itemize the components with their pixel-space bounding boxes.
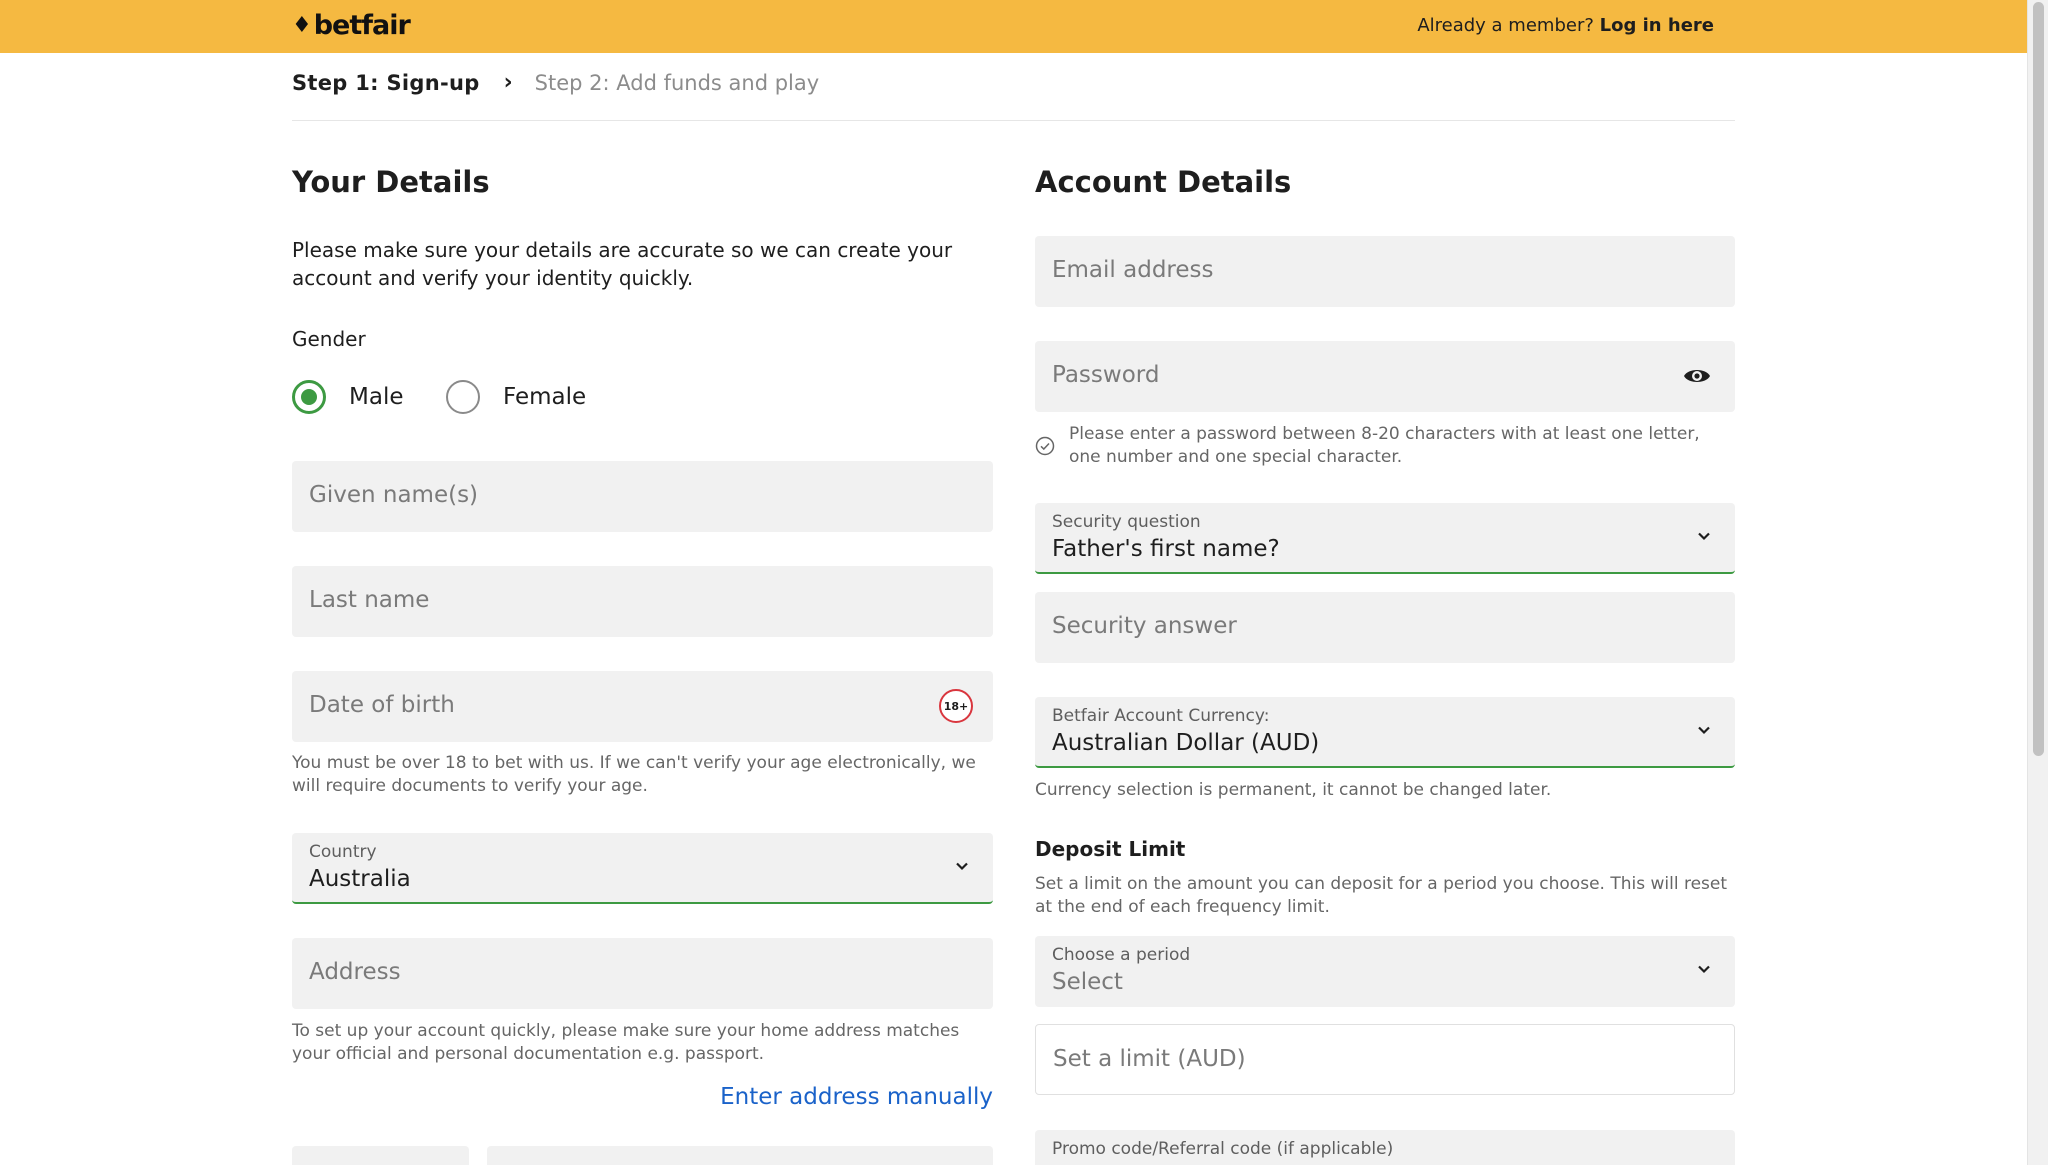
- date-of-birth-placeholder: Date of birth: [309, 692, 455, 718]
- chevron-down-icon: [956, 862, 968, 871]
- given-name-placeholder: Given name(s): [309, 482, 479, 508]
- member-prompt-text: Already a member?: [1417, 15, 1594, 36]
- age-restriction-icon: 18+: [939, 689, 973, 723]
- deposit-limit-help: Set a limit on the amount you can deposi…: [1035, 874, 1728, 917]
- country-select[interactable]: Country Australia: [292, 833, 993, 904]
- security-question-label: Security question: [1052, 512, 1201, 532]
- currency-select-value: Australian Dollar (AUD): [1052, 730, 1320, 756]
- promo-code-input[interactable]: Promo code/Referral code (if applicable): [1035, 1130, 1735, 1165]
- steps-divider: [292, 120, 1735, 121]
- scrollbar-thumb[interactable]: [2033, 2, 2044, 756]
- member-login-prompt: Already a member? Log in here: [1417, 15, 1714, 36]
- address-placeholder: Address: [309, 959, 401, 985]
- deposit-limit-input[interactable]: Set a limit (AUD): [1035, 1024, 1735, 1095]
- page-scrollbar[interactable]: [2027, 0, 2048, 1165]
- login-link[interactable]: Log in here: [1600, 15, 1714, 36]
- security-question-select[interactable]: Security question Father's first name?: [1035, 503, 1735, 574]
- gender-radio-female[interactable]: Female: [446, 380, 586, 414]
- gender-option-label: Male: [349, 384, 404, 410]
- given-name-input[interactable]: Given name(s): [292, 461, 993, 532]
- address-input[interactable]: Address: [292, 938, 993, 1009]
- last-name-input[interactable]: Last name: [292, 566, 993, 637]
- promo-code-label: Promo code/Referral code (if applicable): [1052, 1139, 1394, 1159]
- password-input[interactable]: Password: [1035, 341, 1735, 412]
- show-password-eye-icon[interactable]: [1683, 366, 1711, 386]
- step-1-label: Step 1: Sign-up: [292, 70, 480, 95]
- chevron-down-icon: [1698, 726, 1710, 735]
- currency-select-label: Betfair Account Currency:: [1052, 706, 1270, 726]
- security-answer-input[interactable]: Security answer: [1035, 592, 1735, 663]
- enter-address-manually-link[interactable]: Enter address manually: [720, 1084, 993, 1110]
- chevron-right-icon: ›: [503, 70, 513, 95]
- logo-text: betfair: [313, 10, 411, 41]
- partial-field-right[interactable]: [487, 1146, 993, 1165]
- betfair-logo-icon: ♦: [292, 13, 312, 38]
- email-input[interactable]: Email address: [1035, 236, 1735, 307]
- chevron-down-icon: [1698, 965, 1710, 974]
- deposit-period-select[interactable]: Choose a period Select: [1035, 936, 1735, 1007]
- deposit-period-label: Choose a period: [1052, 945, 1191, 965]
- radio-unselected-icon[interactable]: [446, 380, 480, 414]
- radio-selected-icon[interactable]: [292, 380, 326, 414]
- deposit-period-value: Select: [1052, 969, 1123, 995]
- gender-radio-male[interactable]: Male: [292, 380, 403, 414]
- your-details-title: Your Details: [292, 165, 490, 199]
- top-header-bar: ♦ betfair Already a member? Log in here: [0, 0, 2027, 53]
- password-help: Please enter a password between 8-20 cha…: [1069, 424, 1700, 467]
- currency-select[interactable]: Betfair Account Currency: Australian Dol…: [1035, 697, 1735, 768]
- gender-option-label: Female: [503, 384, 587, 410]
- deposit-limit-title: Deposit Limit: [1035, 837, 1186, 861]
- address-help: To set up your account quickly, please m…: [292, 1021, 960, 1064]
- your-details-intro: Please make sure your details are accura…: [292, 238, 953, 290]
- step-2-label: Step 2: Add funds and play: [534, 70, 820, 95]
- date-of-birth-input[interactable]: Date of birth 18+: [292, 671, 993, 742]
- account-details-title: Account Details: [1035, 165, 1292, 199]
- security-answer-placeholder: Security answer: [1052, 613, 1237, 639]
- chevron-down-icon: [1698, 532, 1710, 541]
- deposit-limit-placeholder: Set a limit (AUD): [1053, 1046, 1246, 1072]
- currency-help: Currency selection is permanent, it cann…: [1035, 780, 1552, 800]
- password-placeholder: Password: [1052, 362, 1160, 388]
- last-name-placeholder: Last name: [309, 587, 430, 613]
- password-requirement-check-icon: [1035, 436, 1055, 456]
- country-select-label: Country: [309, 842, 377, 862]
- betfair-logo[interactable]: ♦ betfair: [292, 10, 411, 41]
- gender-label: Gender: [292, 327, 366, 351]
- security-question-value: Father's first name?: [1052, 536, 1280, 562]
- partial-field-left[interactable]: [292, 1146, 469, 1165]
- date-of-birth-help: You must be over 18 to bet with us. If w…: [292, 753, 976, 796]
- country-select-value: Australia: [309, 866, 411, 892]
- email-placeholder: Email address: [1052, 257, 1214, 283]
- signup-steps-breadcrumb: Step 1: Sign-up › Step 2: Add funds and …: [292, 70, 819, 95]
